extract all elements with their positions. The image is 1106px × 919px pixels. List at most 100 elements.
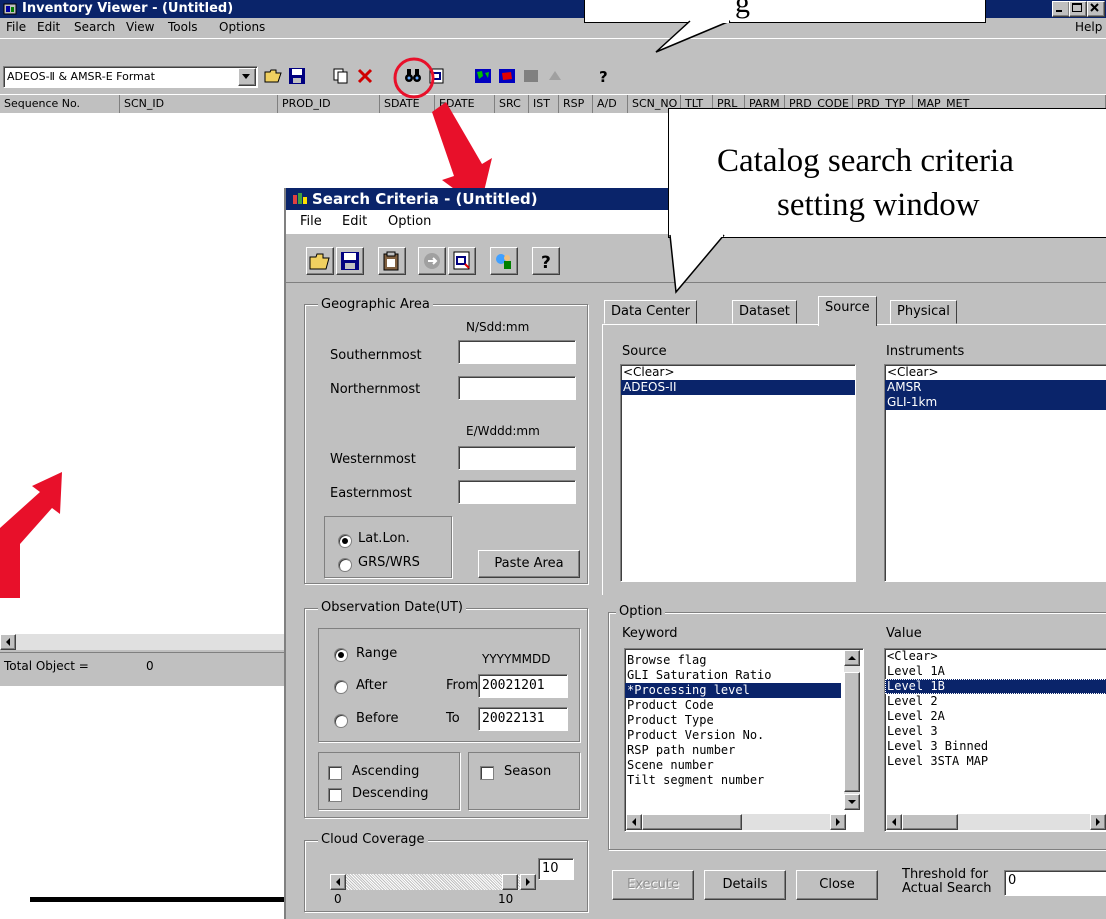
list-item[interactable]: Level 2 [885,694,1106,709]
tab-dataset[interactable]: Dataset [732,300,797,324]
format-select[interactable]: ADEOS-Ⅱ & AMSR-E Format [3,66,258,88]
list-item[interactable]: Product Type [625,713,863,728]
scroll-left-icon[interactable] [0,634,16,650]
search-help-button[interactable]: ? [532,247,560,275]
scroll-left-icon[interactable] [626,814,642,830]
southernmost-input[interactable] [458,340,576,364]
minimize-button[interactable] [1052,1,1070,17]
copy-button[interactable] [330,65,352,87]
col-ist[interactable]: IST [529,95,559,113]
list-item[interactable]: ADEOS-II [621,380,855,395]
ascending-checkbox[interactable] [328,766,342,780]
col-src[interactable]: SRC [495,95,529,113]
menu-view[interactable]: View [126,20,154,34]
help-button[interactable]: ? [592,65,614,87]
keyword-list[interactable]: Browse flag GLI Saturation Ratio *Proces… [624,648,864,832]
tab-source[interactable]: Source [818,296,877,326]
list-item[interactable]: Level 3 [885,724,1106,739]
before-radio[interactable] [334,714,348,728]
list-item[interactable]: Level 3STA MAP [885,754,1106,769]
northernmost-input[interactable] [458,376,576,400]
cloud-coverage-slider[interactable] [330,874,536,890]
close-window-button[interactable] [1087,1,1105,17]
season-checkbox[interactable] [480,766,494,780]
close-button[interactable]: Close [796,870,878,900]
search-user-button[interactable] [490,247,518,275]
chevron-down-icon[interactable] [238,68,256,86]
disabled-tool-2[interactable] [544,65,566,87]
menu-options[interactable]: Options [219,20,265,34]
slider-thumb[interactable] [502,874,518,890]
list-item[interactable]: Product Code [625,698,863,713]
menu-file[interactable]: File [6,20,26,34]
col-sequence-no[interactable]: Sequence No. [0,95,120,113]
execute-button[interactable]: Execute [612,870,694,900]
value-list[interactable]: <Clear> Level 1A Level 1B Level 2 Level … [884,648,1106,832]
col-rsp[interactable]: RSP [559,95,593,113]
search-menu-file[interactable]: File [300,214,322,229]
latlon-radio[interactable] [338,534,352,548]
value-horizontal-scrollbar[interactable] [886,814,1106,830]
search-open-button[interactable] [306,247,334,275]
source-list[interactable]: <Clear> ADEOS-II [620,364,856,582]
search-menu-edit[interactable]: Edit [342,214,367,229]
menu-edit[interactable]: Edit [37,20,60,34]
list-item[interactable]: *Processing level [625,683,841,698]
save-button[interactable] [286,65,308,87]
slider-left-icon[interactable] [330,874,346,890]
col-ad[interactable]: A/D [593,95,628,113]
list-item[interactable]: Level 1A [885,664,1106,679]
disabled-tool-1[interactable] [520,65,542,87]
menu-search[interactable]: Search [74,20,115,34]
menu-help[interactable]: Help [1075,20,1102,34]
scroll-thumb[interactable] [844,672,860,792]
tab-data-center[interactable]: Data Center [604,300,697,324]
to-date-input[interactable]: 20022131 [478,707,568,731]
after-radio[interactable] [334,680,348,694]
search-menu-option[interactable]: Option [388,214,431,229]
tab-physical[interactable]: Physical [890,300,957,324]
list-item[interactable]: Scene number [625,758,863,773]
easternmost-input[interactable] [458,480,576,504]
search-preview-button[interactable] [448,247,476,275]
list-item[interactable]: GLI Saturation Ratio [625,668,863,683]
slider-right-icon[interactable] [520,874,536,890]
range-radio[interactable] [334,648,348,662]
scroll-thumb[interactable] [642,814,742,830]
instruments-list[interactable]: <Clear> AMSR GLI-1km [884,364,1106,582]
scroll-right-icon[interactable] [1090,814,1106,830]
map-overlay-button[interactable] [496,65,518,87]
paste-area-button[interactable]: Paste Area [478,550,580,578]
scroll-down-icon[interactable] [844,794,860,810]
from-date-input[interactable]: 20021201 [478,674,568,698]
keyword-vertical-scrollbar[interactable] [844,650,860,810]
search-paste-button[interactable] [378,247,406,275]
list-item[interactable]: <Clear> [621,365,855,380]
list-item[interactable]: AMSR [885,380,1106,395]
list-item[interactable]: Tilt segment number [625,773,863,788]
search-save-button[interactable] [336,247,364,275]
inventory-horizontal-scrollbar[interactable] [0,634,284,650]
scroll-thumb[interactable] [902,814,958,830]
scroll-up-icon[interactable] [844,650,860,666]
scroll-right-icon[interactable] [830,814,846,830]
maximize-button[interactable] [1069,1,1087,17]
menu-tools[interactable]: Tools [168,20,198,34]
search-navigate-button[interactable] [418,247,446,275]
delete-button[interactable] [354,65,376,87]
list-item[interactable]: Product Version No. [625,728,863,743]
list-item[interactable]: Level 1B [885,679,1106,694]
details-button[interactable]: Details [704,870,786,900]
keyword-horizontal-scrollbar[interactable] [626,814,846,830]
col-scn-id[interactable]: SCN_ID [120,95,278,113]
descending-checkbox[interactable] [328,788,342,802]
list-item[interactable]: RSP path number [625,743,863,758]
list-item[interactable]: Level 2A [885,709,1106,724]
scroll-left-icon[interactable] [886,814,902,830]
list-item[interactable]: <Clear> [885,649,1106,664]
cloud-coverage-value[interactable]: 10 [538,858,574,880]
threshold-input[interactable]: 0 [1004,870,1106,896]
map-button[interactable] [472,65,494,87]
grswrs-radio[interactable] [338,558,352,572]
list-item[interactable]: <Clear> [885,365,1106,380]
